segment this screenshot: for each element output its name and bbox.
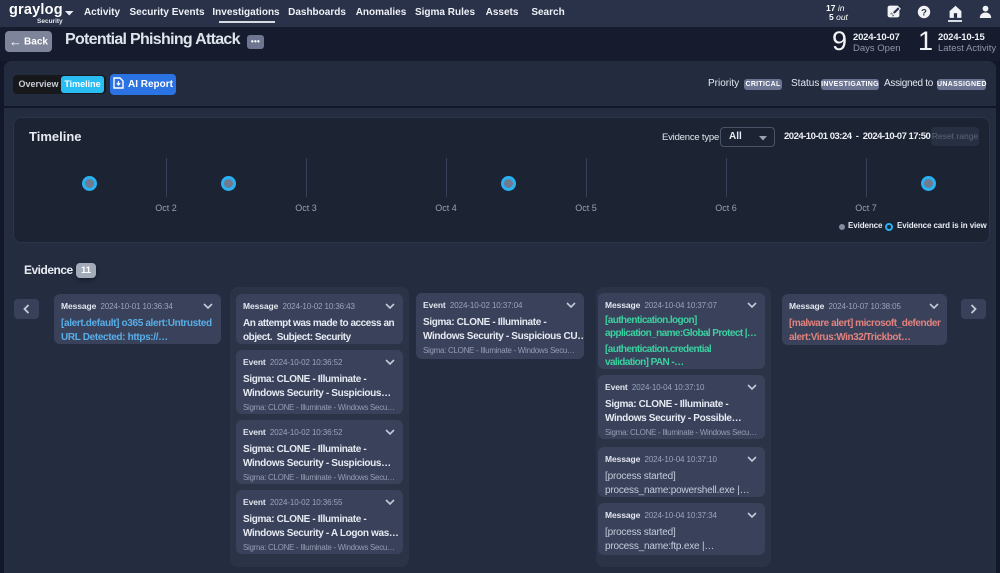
svg-text:?: ? (921, 7, 927, 18)
